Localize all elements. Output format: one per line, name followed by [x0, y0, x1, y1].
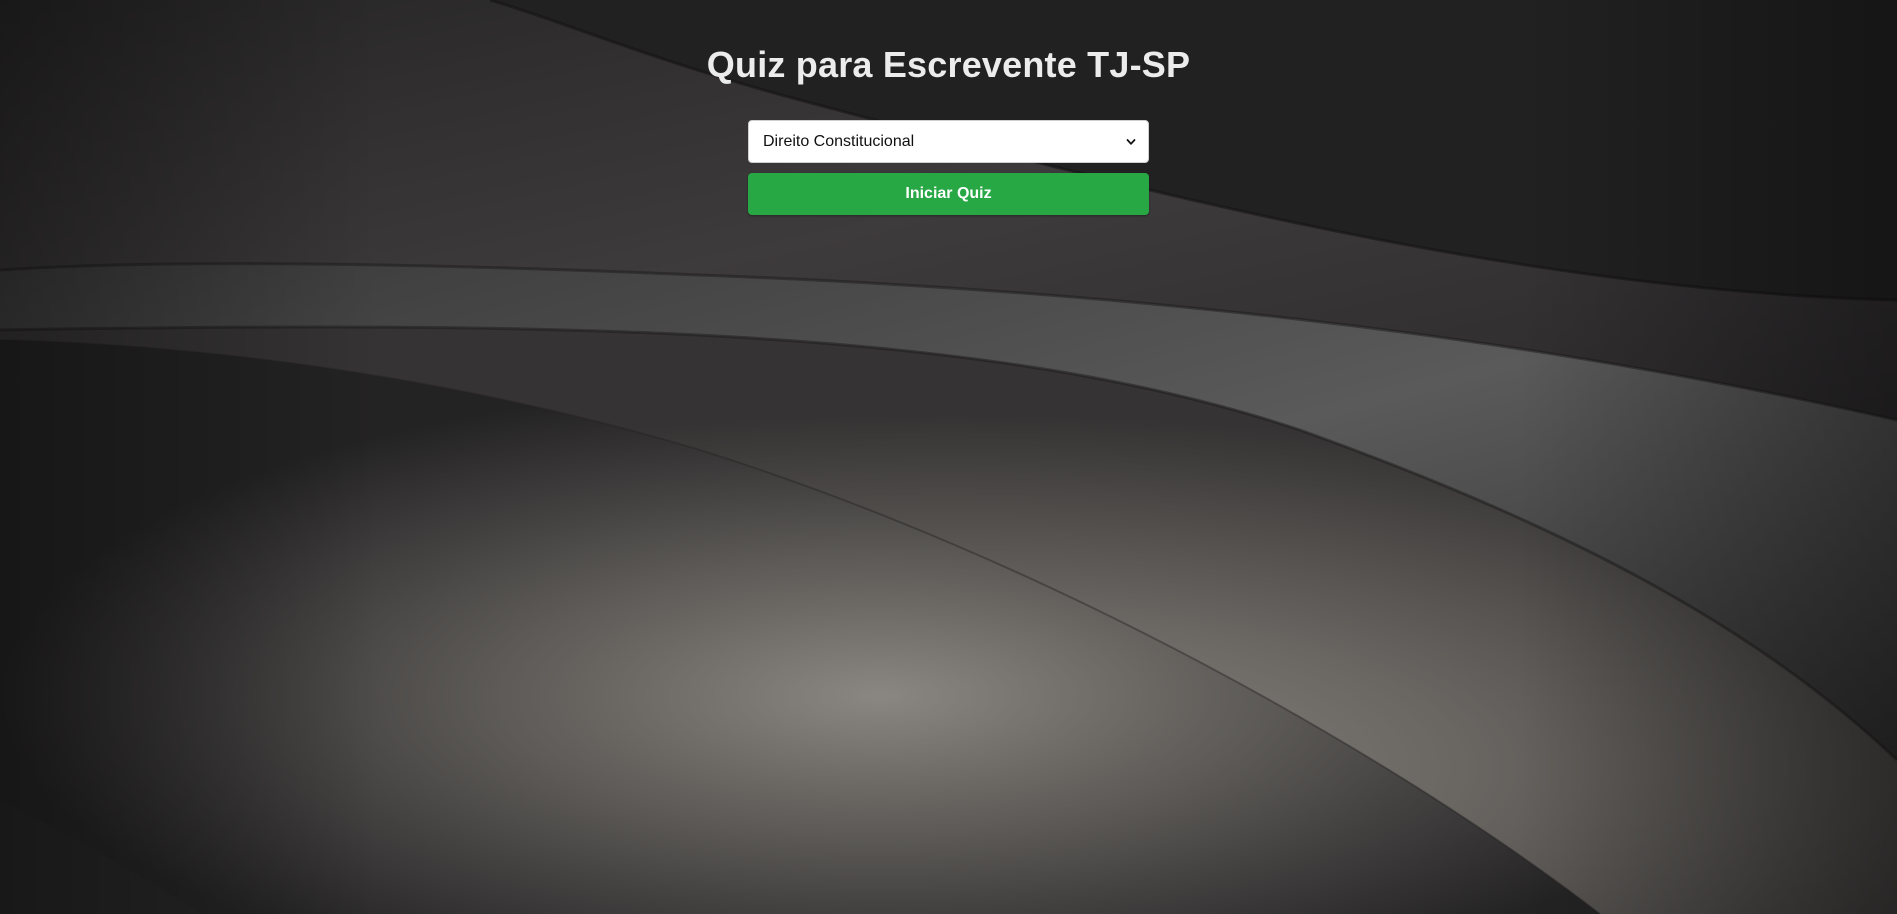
- chevron-down-icon: [1126, 138, 1136, 145]
- topic-select[interactable]: Direito Constitucional: [748, 120, 1149, 163]
- page-title: Quiz para Escrevente TJ-SP: [706, 44, 1191, 85]
- quiz-start-panel: Quiz para Escrevente TJ-SP Direito Const…: [0, 0, 1897, 215]
- start-quiz-button[interactable]: Iniciar Quiz: [748, 173, 1149, 215]
- topic-select-value: Direito Constitucional: [763, 132, 915, 150]
